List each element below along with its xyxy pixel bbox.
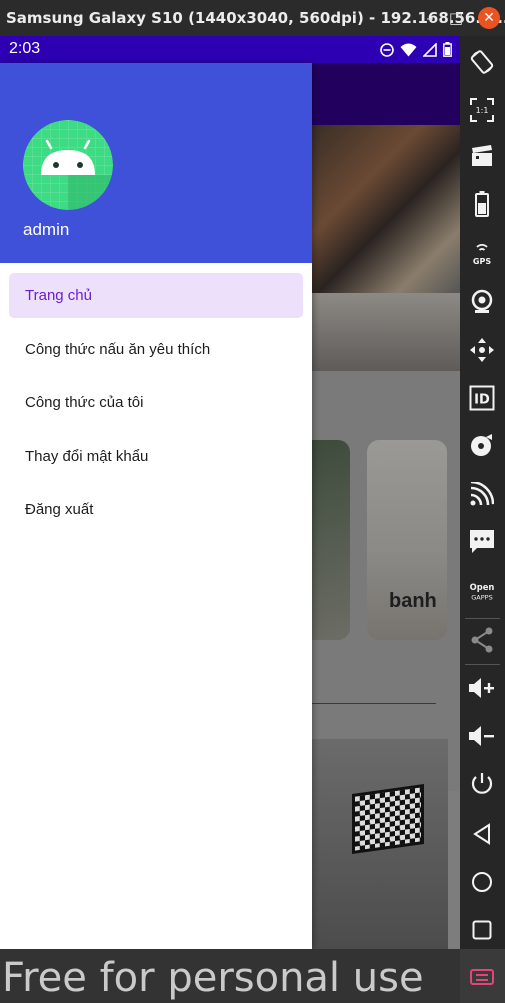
home-icon[interactable]: [468, 868, 496, 896]
tv-image: [352, 783, 424, 855]
close-button[interactable]: ✕: [478, 7, 500, 29]
battery-icon: [443, 42, 452, 57]
divider: [312, 703, 436, 704]
power-icon[interactable]: [468, 770, 496, 798]
remote-control-icon[interactable]: [468, 336, 496, 364]
wifi-icon: [400, 43, 417, 56]
pixel-perfect-icon[interactable]: 1:1: [468, 96, 496, 124]
watermark: Free for personal use: [2, 955, 424, 1001]
device-screen: 2:03 banh admin Trang chủ Công thức nấu …: [0, 36, 460, 949]
menu-item-favorite-recipes[interactable]: Công thức nấu ăn yêu thích: [9, 327, 303, 372]
side-separator: [465, 664, 500, 665]
menu-item-change-password[interactable]: Thay đổi mật khẩu: [9, 434, 303, 479]
recents-icon[interactable]: [468, 916, 496, 944]
opengapps-label-open: Open: [470, 582, 495, 592]
recipe-photo-room: [312, 739, 448, 949]
identifiers-icon[interactable]: ID: [468, 384, 496, 412]
gps-label: GPS: [473, 257, 491, 266]
status-bar: 2:03: [0, 36, 460, 63]
window-titlebar: Samsung Galaxy S10 (1440x3040, 560dpi) -…: [0, 0, 505, 36]
minimize-button[interactable]: –: [420, 8, 440, 28]
recipe-card-title: banh: [389, 590, 437, 612]
android-icon: [23, 120, 113, 210]
sms-icon[interactable]: [468, 528, 496, 556]
recipe-card: banh: [367, 440, 447, 640]
opengapps-icon[interactable]: Open GAPPS: [468, 578, 496, 606]
drawer-menu: Trang chủ Công thức nấu ăn yêu thích Côn…: [0, 273, 312, 541]
menu-item-logout[interactable]: Đăng xuất: [9, 487, 303, 532]
side-separator: [465, 618, 500, 619]
volume-up-icon[interactable]: [468, 674, 496, 702]
bottom-bar: Free for personal use: [0, 949, 460, 1003]
opengapps-label-gapps: GAPPS: [471, 593, 493, 601]
menu-icon[interactable]: [470, 969, 494, 985]
cast-icon[interactable]: [468, 480, 496, 508]
rotate-icon[interactable]: [468, 48, 496, 76]
menu-key-area: [460, 949, 505, 1003]
pixel-perfect-label: 1:1: [476, 106, 489, 115]
recipe-photo-cinnamon: [312, 125, 460, 293]
avatar: [23, 120, 113, 210]
battery-icon[interactable]: [468, 190, 496, 218]
identifiers-label: ID: [474, 393, 490, 408]
menu-item-home[interactable]: Trang chủ: [9, 273, 303, 318]
disk-icon[interactable]: [468, 432, 496, 460]
status-icons: [380, 42, 452, 57]
status-time: 2:03: [9, 40, 41, 57]
camera-icon[interactable]: [468, 288, 496, 316]
gps-icon[interactable]: GPS: [468, 240, 496, 268]
back-icon[interactable]: [468, 820, 496, 848]
share-icon[interactable]: [468, 626, 496, 654]
emulator-side-panel: 1:1 GPS ID Open GAPPS: [460, 36, 505, 1003]
recipe-photo-plate: [312, 293, 460, 371]
screen-record-icon[interactable]: [468, 142, 496, 170]
maximize-button[interactable]: □: [446, 8, 466, 28]
do-not-disturb-icon: [380, 42, 394, 57]
navigation-drawer: admin Trang chủ Công thức nấu ăn yêu thí…: [0, 63, 312, 949]
drawer-header: admin: [0, 63, 312, 263]
menu-item-my-recipes[interactable]: Công thức của tôi: [9, 380, 303, 425]
drawer-username: admin: [23, 220, 70, 239]
volume-down-icon[interactable]: [468, 722, 496, 750]
signal-icon: [423, 42, 437, 57]
